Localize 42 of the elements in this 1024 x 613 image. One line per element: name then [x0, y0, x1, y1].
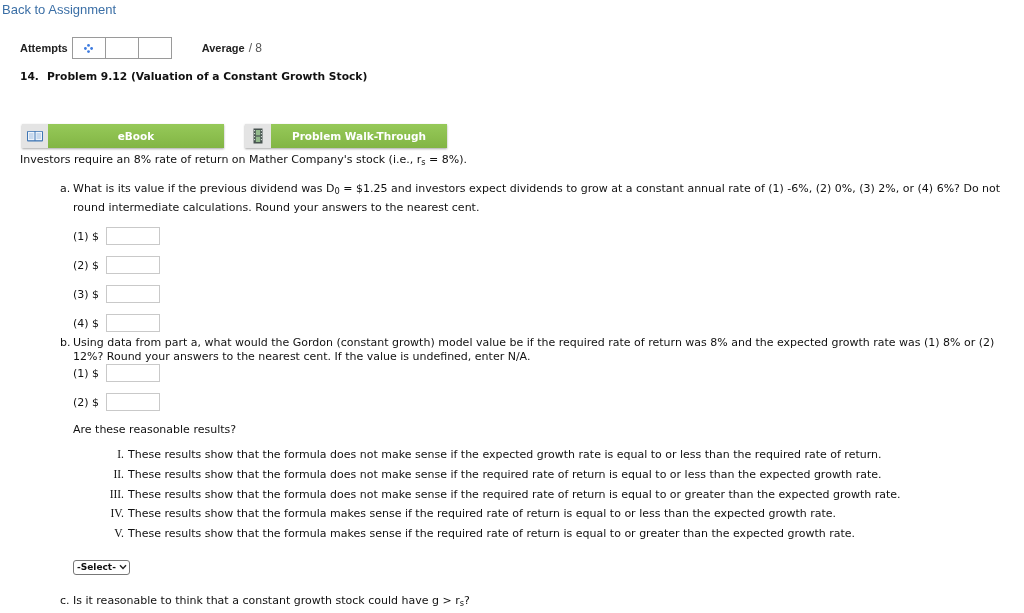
list-numeral: II.: [112, 466, 124, 482]
problem-number: 14.: [20, 70, 39, 84]
attempt-slot: [137, 37, 172, 59]
choice-text: These results show that the formula makes sense if the required rate of return is equal to or less than the expected growth rate.: [128, 506, 836, 523]
answer-label: (1) $: [73, 366, 100, 380]
chevron-down-icon: [118, 564, 127, 571]
answer-field[interactable]: [106, 314, 161, 332]
average-value: / 8: [248, 41, 263, 55]
part-letter: c.: [60, 593, 71, 608]
answer-label: (1) $: [73, 229, 100, 243]
question-text: What is its value if the previous dividend was D$_{0}$ = $1.25 and investors expect dividends to grow at a constant annual rate of (1) -6%, (2) 0%, (3) 2%, or (4) 6%? Do not round intermediate calculations. Round your answers to the nearest cent.: [73, 181, 1002, 216]
answer-label: (3) $: [73, 287, 100, 301]
part-letter: a.: [60, 181, 72, 197]
film-strip-icon: [245, 124, 271, 148]
choice-text: These results show that the formula makes sense if the required rate of return is equal to or greater than the expected growth rate.: [128, 526, 856, 542]
list-numeral: V.: [113, 526, 124, 541]
select-dropdown[interactable]: -Select-: [73, 559, 130, 575]
part-letter: b.: [60, 336, 72, 351]
choice-text: These results show that the formula does not make sense if the expected growth rate is equal to or less than the required rate of return.: [128, 447, 882, 463]
question-text: Is it reasonable to think that a constant growth stock could have g > r$_{s}$?: [73, 593, 471, 608]
attempts-label: Attempts: [20, 42, 68, 54]
answer-field[interactable]: [106, 285, 161, 303]
book-icon: [22, 124, 48, 148]
answer-label: (2) $: [73, 258, 100, 272]
loading-dots-icon: [84, 43, 94, 53]
list-numeral: III.: [108, 486, 124, 502]
answer-field[interactable]: [106, 364, 161, 382]
back-link[interactable]: Back to Assignment: [2, 2, 117, 17]
answer-field[interactable]: [106, 393, 161, 411]
average-label: Average: [201, 42, 245, 54]
answer-field[interactable]: [106, 256, 161, 274]
answer-label: (2) $: [73, 395, 100, 409]
choice-text: These results show that the formula does not make sense if the required rate of return is equal to or less than the expected growth rate.: [128, 466, 882, 483]
list-numeral: IV.: [109, 506, 124, 522]
answer-field[interactable]: [106, 227, 161, 245]
answer-label: (4) $: [73, 316, 100, 330]
intro-text: Investors require an 8% rate of return on Mather Company's stock (i.e., r$_{s}$ = 8%).: [20, 153, 468, 167]
choice-text: These results show that the formula does not make sense if the required rate of return is equal to or greater than the expected growth rate.: [128, 486, 901, 503]
question-text: Using data from part a, what would the Gordon (constant growth) model value be if the required rate of return was 8% and the expected growth rate was (1) 8% or (2) 12%? Round your answers to the nearest cent. If the value is undefined, enter N/A.: [73, 336, 996, 364]
follow-up-question: Are these reasonable results?: [73, 423, 238, 437]
list-numeral: I.: [116, 447, 124, 462]
problem-title: Problem 9.12 (Valuation of a Constant Growth Stock): [46, 70, 368, 84]
